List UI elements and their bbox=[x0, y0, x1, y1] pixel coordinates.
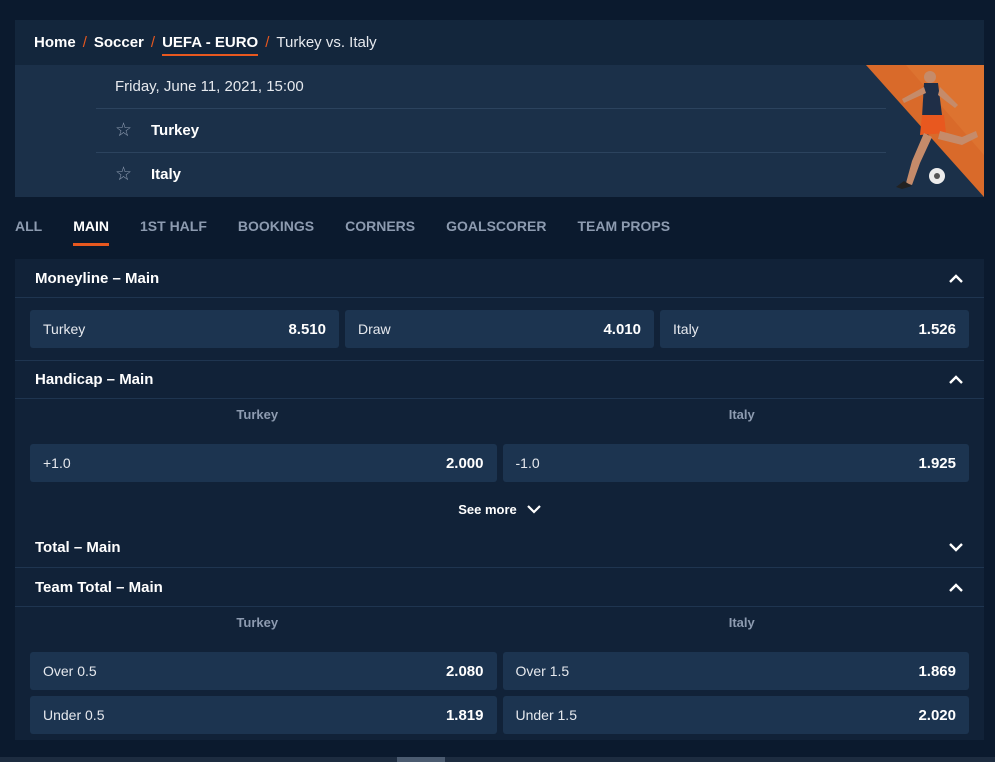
away-team-name: Italy bbox=[151, 166, 182, 183]
event-page: Home / Soccer / UEFA - EURO / Turkey vs.… bbox=[15, 20, 984, 740]
tab-1st-half[interactable]: 1ST HALF bbox=[140, 208, 207, 246]
scrollbar-thumb[interactable] bbox=[397, 757, 445, 762]
odds-button[interactable]: Turkey 8.510 bbox=[30, 310, 339, 348]
handicap-header[interactable]: Handicap – Main bbox=[15, 360, 984, 399]
chevron-up-icon[interactable] bbox=[948, 372, 964, 388]
see-more-button[interactable]: See more bbox=[15, 491, 984, 528]
odds-value: 1.869 bbox=[918, 662, 956, 680]
odds-label: Over 1.5 bbox=[515, 663, 570, 679]
odds-label: Over 0.5 bbox=[43, 663, 97, 679]
odds-button[interactable]: -1.0 1.925 bbox=[502, 444, 969, 482]
handicap-title: Handicap – Main bbox=[35, 371, 154, 388]
odds-value: 1.526 bbox=[918, 320, 956, 338]
breadcrumb-home[interactable]: Home bbox=[34, 34, 76, 51]
total-header[interactable]: Total – Main bbox=[15, 528, 984, 568]
team-total-odds-row: Under 0.5 1.819 Under 1.5 2.020 bbox=[15, 690, 984, 740]
odds-button[interactable]: Italy 1.526 bbox=[660, 310, 969, 348]
odds-button[interactable]: Over 1.5 1.869 bbox=[502, 652, 969, 690]
breadcrumb-separator: / bbox=[265, 34, 270, 51]
chevron-down-icon bbox=[526, 502, 541, 517]
breadcrumb-separator: / bbox=[150, 34, 156, 51]
odds-button[interactable]: Under 1.5 2.020 bbox=[502, 696, 969, 734]
markets-list: Moneyline – Main Turkey 8.510 Draw 4.010… bbox=[15, 259, 984, 740]
tab-corners[interactable]: CORNERS bbox=[345, 208, 415, 246]
team-row-away: ☆ Italy bbox=[96, 152, 886, 196]
odds-value: 2.080 bbox=[445, 662, 484, 680]
team-row-home: ☆ Turkey bbox=[96, 108, 886, 152]
column-label: Turkey bbox=[236, 615, 279, 630]
odds-value: 1.819 bbox=[445, 706, 484, 724]
odds-label: Under 1.5 bbox=[515, 707, 577, 723]
breadcrumb-league[interactable]: UEFA - EURO bbox=[162, 34, 259, 56]
breadcrumb: Home / Soccer / UEFA - EURO / Turkey vs.… bbox=[15, 20, 984, 65]
market-tabs: ALL MAIN 1ST HALF BOOKINGS CORNERS GOALS… bbox=[15, 208, 701, 246]
column-label: Italy bbox=[728, 615, 755, 630]
tab-bookings[interactable]: BOOKINGS bbox=[238, 208, 314, 246]
breadcrumb-event: Turkey vs. Italy bbox=[276, 34, 377, 51]
odds-value: 4.010 bbox=[603, 320, 641, 338]
team-total-title: Team Total – Main bbox=[35, 578, 163, 596]
chevron-up-icon[interactable] bbox=[948, 579, 964, 595]
chevron-up-icon[interactable] bbox=[948, 270, 964, 286]
breadcrumb-separator: / bbox=[82, 34, 87, 51]
odds-value: 8.510 bbox=[288, 320, 326, 338]
column-label: Turkey bbox=[236, 407, 279, 422]
odds-value: 2.000 bbox=[445, 454, 484, 472]
favorite-star-icon[interactable]: ☆ bbox=[115, 165, 135, 184]
odds-button[interactable]: Over 0.5 2.080 bbox=[30, 652, 497, 690]
team-total-column-labels: Turkey Italy bbox=[15, 607, 984, 639]
odds-value: 1.925 bbox=[918, 454, 956, 472]
odds-value: 2.020 bbox=[918, 706, 956, 724]
moneyline-title: Moneyline – Main bbox=[35, 269, 160, 287]
match-info: Friday, June 11, 2021, 15:00 ☆ Turkey ☆ … bbox=[15, 65, 984, 197]
tab-goalscorer[interactable]: GOALSCORER bbox=[446, 208, 546, 246]
odds-label: Draw bbox=[358, 321, 391, 337]
event-header: Home / Soccer / UEFA - EURO / Turkey vs.… bbox=[15, 20, 984, 197]
moneyline-header[interactable]: Moneyline – Main bbox=[15, 259, 984, 298]
odds-label: Under 0.5 bbox=[43, 707, 105, 723]
tab-team-props[interactable]: TEAM PROPS bbox=[577, 208, 670, 246]
soccer-player-illustration bbox=[866, 65, 984, 197]
team-total-odds-row: Over 0.5 2.080 Over 1.5 1.869 bbox=[15, 639, 984, 690]
breadcrumb-soccer[interactable]: Soccer bbox=[94, 34, 144, 51]
horizontal-scrollbar[interactable] bbox=[0, 757, 995, 762]
odds-button[interactable]: +1.0 2.000 bbox=[30, 444, 497, 482]
odds-label: Italy bbox=[673, 321, 699, 337]
handicap-odds: +1.0 2.000 -1.0 1.925 bbox=[15, 431, 984, 482]
odds-label: Turkey bbox=[43, 321, 86, 337]
odds-button[interactable]: Under 0.5 1.819 bbox=[30, 696, 497, 734]
odds-button[interactable]: Draw 4.010 bbox=[345, 310, 654, 348]
home-team-name: Turkey bbox=[151, 122, 200, 139]
odds-label: -1.0 bbox=[515, 455, 540, 471]
moneyline-odds: Turkey 8.510 Draw 4.010 Italy 1.526 bbox=[15, 298, 984, 360]
favorite-star-icon[interactable]: ☆ bbox=[115, 121, 135, 140]
handicap-column-labels: Turkey Italy bbox=[15, 399, 984, 431]
team-total-header[interactable]: Team Total – Main bbox=[15, 568, 984, 607]
total-title: Total – Main bbox=[35, 539, 121, 556]
match-datetime: Friday, June 11, 2021, 15:00 bbox=[115, 78, 304, 95]
odds-label: +1.0 bbox=[43, 455, 71, 471]
tab-all[interactable]: ALL bbox=[15, 208, 42, 246]
chevron-down-icon[interactable] bbox=[948, 540, 964, 556]
tab-main[interactable]: MAIN bbox=[73, 208, 109, 246]
see-more-label: See more bbox=[458, 502, 517, 517]
column-label: Italy bbox=[728, 407, 755, 422]
